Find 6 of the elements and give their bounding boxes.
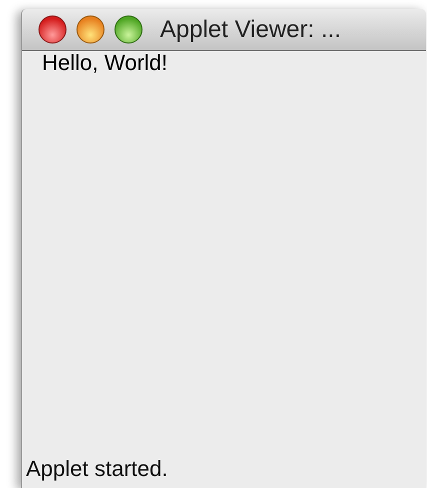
window-title: Applet Viewer: ... [160,14,341,44]
applet-text: Hello, World! [42,51,168,75]
close-button[interactable] [38,15,67,44]
zoom-button[interactable] [114,15,143,44]
minimize-button[interactable] [76,15,105,44]
status-text: Applet started. [26,456,168,482]
